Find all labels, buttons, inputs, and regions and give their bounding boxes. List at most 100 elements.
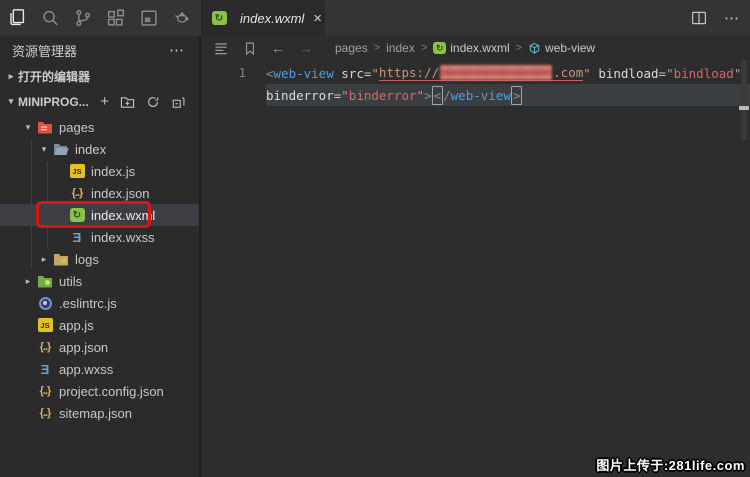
section-label: MINIPROG... — [18, 95, 89, 109]
section-label: 打开的编辑器 — [18, 68, 90, 85]
tree-item-index-json[interactable]: {..} index.json — [0, 182, 199, 204]
tree-item-label: app.js — [59, 318, 94, 333]
more-actions-icon[interactable]: ⋯ — [724, 9, 740, 27]
wxml-file-icon: ↻ — [433, 42, 446, 54]
tree-item-app-js[interactable]: JS app.js — [0, 314, 199, 336]
explorer-icon[interactable] — [0, 0, 33, 36]
tab-index-wxml[interactable]: ↻ index.wxml × — [201, 0, 325, 36]
tab-strip: ↻ index.wxml × ⋯ — [201, 0, 750, 36]
folder-logs-icon — [52, 251, 70, 267]
section-open-editors[interactable]: ▸ 打开的编辑器 — [0, 64, 199, 89]
editor-content[interactable]: 1 <web-view src="https://.com" bindload=… — [203, 62, 750, 106]
symbol-cube-icon — [528, 42, 541, 55]
tree-item-index-wxml[interactable]: ↻ index.wxml — [0, 204, 199, 226]
collapse-all-icon[interactable] — [171, 95, 186, 109]
tree-item-label: app.wxss — [59, 362, 113, 377]
tree-item-label: app.json — [59, 340, 108, 355]
tree-item-label: utils — [59, 274, 82, 289]
tree-item-app-json[interactable]: {..} app.json — [0, 336, 199, 358]
breadcrumb-separator: > — [516, 42, 522, 54]
outline-list-icon[interactable] — [213, 40, 229, 56]
line-number: 1 — [203, 66, 266, 80]
source-control-icon[interactable] — [66, 0, 99, 36]
tree-item-label: index.js — [91, 164, 135, 179]
project-actions: + — [100, 93, 195, 110]
new-file-icon[interactable]: + — [100, 93, 109, 110]
json-file-icon: {..} — [36, 383, 54, 399]
chevron-down-icon: ▾ — [4, 96, 18, 107]
file-tree: ▾ pages ▾ index JS index.js {..} index.j… — [0, 116, 199, 424]
chevron-right-icon: ▸ — [4, 71, 18, 82]
breadcrumb-item-symbol[interactable]: web-view — [528, 41, 595, 55]
url-link: https://.com — [379, 65, 583, 81]
sidebar-header: 资源管理器 ⋯ — [0, 36, 199, 64]
tree-item-index-folder[interactable]: ▾ index — [0, 138, 199, 160]
top-bar: ↻ index.wxml × ⋯ — [0, 0, 750, 36]
breadcrumb-item-index[interactable]: index — [386, 41, 415, 55]
sidebar-more-icon[interactable]: ⋯ — [169, 41, 185, 59]
chevron-right-icon: ▸ — [20, 276, 36, 287]
tree-item-sitemap[interactable]: {..} sitemap.json — [0, 402, 199, 424]
section-project[interactable]: ▾ MINIPROG... + — [0, 89, 199, 114]
wxml-file-icon: ↻ — [68, 207, 86, 223]
js-file-icon: JS — [36, 317, 54, 333]
tree-item-pages[interactable]: ▾ pages — [0, 116, 199, 138]
tree-item-label: sitemap.json — [59, 406, 132, 421]
forward-arrow-icon[interactable]: → — [299, 40, 313, 56]
breadcrumb-item-pages[interactable]: pages — [335, 41, 368, 55]
search-icon[interactable] — [33, 0, 66, 36]
tree-item-index-wxss[interactable]: Ǝ index.wxss — [0, 226, 199, 248]
new-folder-icon[interactable] — [120, 95, 135, 109]
code-line-1: 1 <web-view src="https://.com" bindload=… — [203, 62, 750, 84]
overview-ruler[interactable] — [738, 60, 750, 200]
json-file-icon: {..} — [36, 405, 54, 421]
tree-item-label: logs — [75, 252, 99, 267]
activity-bar — [0, 0, 201, 36]
bookmark-icon[interactable] — [243, 41, 257, 56]
tree-item-project-config[interactable]: {..} project.config.json — [0, 380, 199, 402]
js-file-icon: JS — [68, 163, 86, 179]
panel-layout-icon[interactable] — [132, 0, 165, 36]
back-arrow-icon[interactable]: ← — [271, 40, 285, 56]
tree-item-label: .eslintrc.js — [59, 296, 117, 311]
close-icon[interactable]: × — [313, 11, 322, 26]
editor-actions: ⋯ — [690, 0, 740, 36]
tree-item-index-js[interactable]: JS index.js — [0, 160, 199, 182]
tree-item-app-wxss[interactable]: Ǝ app.wxss — [0, 358, 199, 380]
extensions-icon[interactable] — [99, 0, 132, 36]
json-file-icon: {..} — [68, 185, 86, 201]
breadcrumb-separator: > — [374, 42, 380, 54]
redaction-mosaic — [440, 65, 552, 80]
tree-item-eslintrc[interactable]: .eslintrc.js — [0, 292, 199, 314]
tree-item-logs[interactable]: ▸ logs — [0, 248, 199, 270]
chevron-right-icon: ▸ — [36, 254, 52, 265]
bracket-match: < — [432, 86, 444, 105]
json-file-icon: {..} — [36, 339, 54, 355]
tree-item-label: pages — [59, 120, 94, 135]
folder-utils-icon — [36, 273, 54, 289]
tree-item-label: index.wxml — [91, 208, 155, 223]
tree-item-utils[interactable]: ▸ utils — [0, 270, 199, 292]
tree-item-label: index.wxss — [91, 230, 155, 245]
tree-item-label: project.config.json — [59, 384, 164, 399]
breadcrumb-separator: > — [421, 42, 427, 54]
eslint-file-icon — [36, 295, 54, 311]
wxss-file-icon: Ǝ — [68, 229, 86, 245]
watermark-text: 图片上传于:281life.com — [596, 455, 745, 474]
scrollbar-thumb[interactable] — [741, 60, 747, 140]
breadcrumb: ← → pages > index > ↻ index.wxml > web-v… — [203, 36, 750, 60]
folder-pages-icon — [36, 119, 54, 135]
bracket-match: > — [511, 86, 523, 105]
folder-open-icon — [52, 141, 70, 157]
cursor-position-marker — [739, 106, 749, 110]
sidebar-title: 资源管理器 — [12, 41, 77, 60]
tree-item-label: index — [75, 142, 106, 157]
teapot-plugin-icon[interactable] — [165, 0, 198, 36]
wxss-file-icon: Ǝ — [36, 361, 54, 377]
split-editor-icon[interactable] — [690, 9, 708, 27]
sidebar-explorer: 资源管理器 ⋯ ▸ 打开的编辑器 ▾ MINIPROG... + ▾ — [0, 36, 201, 477]
breadcrumb-nav-icons: ← → — [213, 40, 313, 56]
tab-title: index.wxml — [240, 11, 304, 26]
breadcrumb-item-file[interactable]: ↻ index.wxml — [433, 41, 509, 55]
refresh-icon[interactable] — [146, 95, 160, 109]
